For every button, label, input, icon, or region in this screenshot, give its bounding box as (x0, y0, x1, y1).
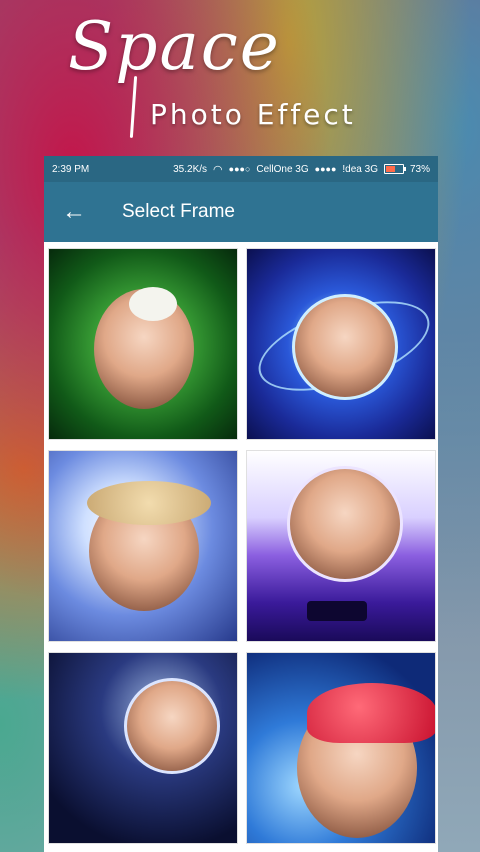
frame-portrait (287, 466, 403, 582)
couple-silhouette (307, 601, 367, 621)
cap-accent (307, 683, 435, 743)
status-right: 35.2K/s ◠ ●●●○ CellOne 3G ●●●● !dea 3G 7… (173, 163, 430, 176)
battery-icon (383, 164, 406, 174)
app-bar: ← Select Frame (44, 182, 438, 242)
wifi-icon: ◠ (213, 163, 223, 176)
signal-dots-2: ●●●● (314, 164, 337, 174)
promo-title: Space Photo Effect (62, 0, 442, 150)
frame-card-purple-planet[interactable] (246, 450, 436, 642)
frame-portrait (292, 294, 398, 400)
frame-card-deep-space[interactable] (48, 652, 238, 844)
frame-card-sparkle-swirl[interactable] (48, 450, 238, 642)
promo-title-subtitle: Photo Effect (150, 98, 356, 131)
signal-dots-1: ●●●○ (228, 164, 251, 174)
back-arrow-icon[interactable]: ← (62, 198, 102, 226)
frame-grid (44, 242, 438, 850)
status-speed: 35.2K/s (173, 163, 208, 175)
status-carrier-1: CellOne 3G (256, 163, 309, 175)
frame-card-blue-galaxy[interactable] (246, 248, 436, 440)
status-time: 2:39 PM (52, 163, 90, 175)
app-title: Select Frame (122, 201, 235, 222)
frame-card-green-burst[interactable] (48, 248, 238, 440)
status-carrier-2: !dea 3G (342, 163, 378, 175)
promo-title-stroke (129, 75, 138, 139)
frame-card-blue-earth[interactable] (246, 652, 436, 844)
hat-accent (87, 481, 211, 525)
promo-title-script: Space (68, 8, 281, 85)
status-battery: 73% (409, 163, 430, 175)
status-bar: 2:39 PM 35.2K/s ◠ ●●●○ CellOne 3G ●●●● !… (44, 156, 438, 182)
phone-screen: 2:39 PM 35.2K/s ◠ ●●●○ CellOne 3G ●●●● !… (44, 156, 438, 852)
frame-portrait (124, 678, 220, 774)
flower-accent (129, 287, 177, 321)
